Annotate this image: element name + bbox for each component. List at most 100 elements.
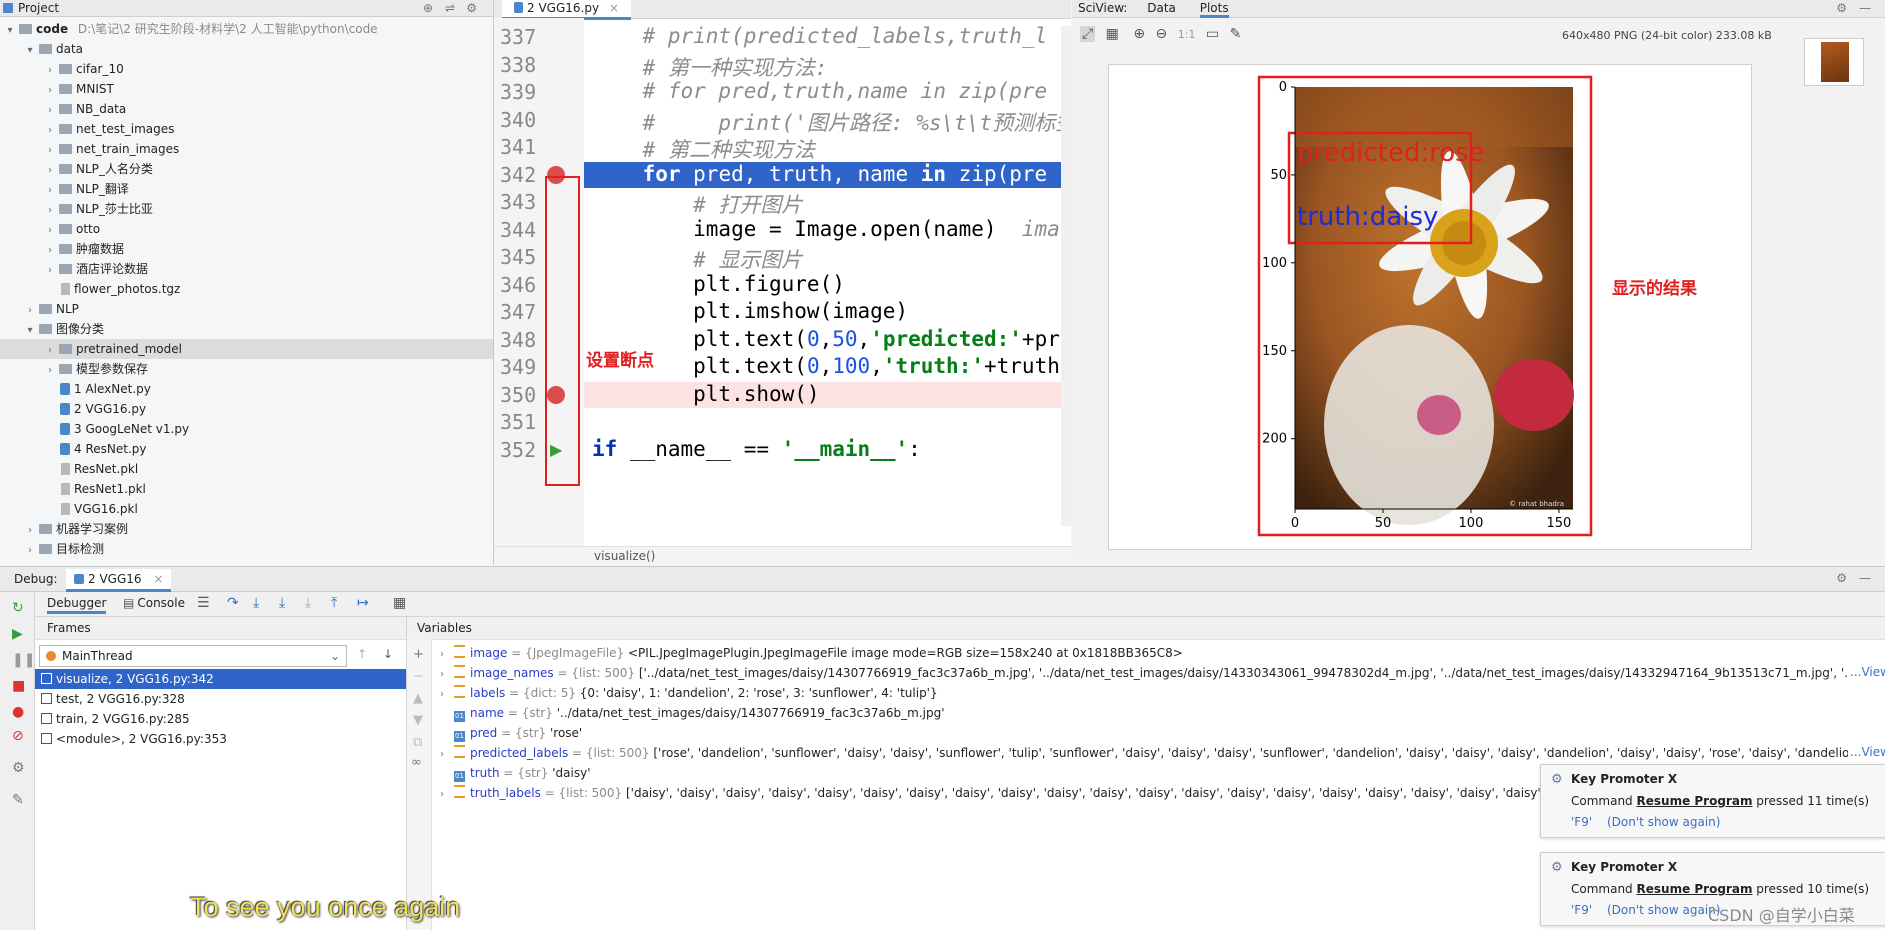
step-out-icon[interactable]: ⤒ [331,595,337,611]
settings-icon[interactable]: ⚙ [12,760,25,776]
code-line[interactable]: # 打开图片 [592,189,802,219]
chevron-right-icon[interactable]: › [440,685,454,703]
tree-item[interactable]: › NLP_人名分类 [0,159,493,179]
fit-window-icon[interactable]: ▭ [1206,26,1219,42]
minimize-icon[interactable]: — [1859,0,1871,17]
actual-size-icon[interactable]: 1:1 [1178,28,1196,41]
frame-item[interactable]: train, 2 VGG16.py:285 [35,709,406,729]
code-line[interactable]: # 第一种实现方法: [592,52,828,82]
frame-item[interactable]: <module>, 2 VGG16.py:353 [35,729,406,749]
tree-item[interactable]: flower_photos.tgz [0,279,493,299]
code-line[interactable]: if __name__ == '__main__': [592,437,921,461]
pause-icon[interactable]: ❚❚ [12,652,35,668]
variable-row[interactable]: › image = {JpegImageFile} <PIL.JpegImageP… [440,643,1880,663]
tree-item[interactable]: 2 VGG16.py [0,399,493,419]
tree-item[interactable]: › 目标检测 [0,539,493,559]
tree-item[interactable]: › pretrained_model [0,339,493,359]
code-line[interactable]: # 第二种实现方法 [592,134,815,164]
zoom-out-icon[interactable]: ⊖ [1156,26,1168,42]
project-title[interactable]: Project [18,1,59,15]
chevron-right-icon[interactable]: › [44,181,56,201]
tree-item[interactable]: › net_train_images [0,139,493,159]
chevron-right-icon[interactable]: › [44,121,56,141]
frame-up-icon[interactable]: ↑ [357,647,367,661]
chevron-right-icon[interactable]: › [24,521,36,541]
frame-down-icon[interactable]: ↓ [383,647,393,661]
code-line[interactable]: plt.text(0,100,'truth:'+truth [592,354,1060,378]
chevron-right-icon[interactable]: › [44,221,56,241]
code-line[interactable]: # print('图片路径: %s\t\t预测标签 [592,107,1071,137]
minimize-icon[interactable]: — [1859,571,1871,585]
view-link[interactable]: ...View [1848,745,1885,759]
tab-data[interactable]: Data [1147,1,1176,15]
chevron-right-icon[interactable]: › [44,161,56,181]
tree-item[interactable]: › 肿瘤数据 [0,239,493,259]
mute-breakpoints-icon[interactable]: ⊘ [12,728,24,744]
tree-item[interactable]: VGG16.pkl [0,499,493,519]
chevron-right-icon[interactable]: › [44,141,56,161]
menu-icon[interactable]: ☰ [197,595,210,611]
gear-icon[interactable]: ⚙ [1836,0,1847,17]
stop-icon[interactable]: ■ [12,678,25,694]
tree-root[interactable]: ▾ code D:\笔记\2 研究生阶段-材料学\2 人工智能\python\co… [0,19,493,39]
editor-scrollbar[interactable] [1061,26,1071,526]
step-into-my-code-icon[interactable]: ⤓ [279,595,285,611]
tree-item[interactable]: › 模型参数保存 [0,359,493,379]
gear-icon[interactable]: ⚙ [466,0,477,16]
tree-item[interactable]: 1 AlexNet.py [0,379,493,399]
tree-item[interactable]: › NLP_莎士比亚 [0,199,493,219]
move-up-icon[interactable]: ▲ [413,691,423,706]
shortcut-link[interactable]: 'F9' [1571,815,1592,829]
locate-icon[interactable]: ⊕ [423,0,433,16]
chevron-right-icon[interactable]: › [44,261,56,281]
chevron-right-icon[interactable]: › [24,301,36,321]
tree-item[interactable]: ▾ data [0,39,493,59]
code-editor[interactable]: 2 VGG16.py × 337 # print(predicted_label… [494,0,1071,565]
fit-icon[interactable]: ⤢ [1080,26,1096,42]
chevron-right-icon[interactable]: › [44,81,56,101]
pin-icon[interactable]: ✎ [12,792,24,808]
rerun-icon[interactable]: ↻ [12,600,24,616]
tree-item[interactable]: › NLP [0,299,493,319]
variable-row[interactable]: › image_names = {list: 500} ['../data/net… [440,663,1880,683]
code-line[interactable]: image = Image.open(name) ima [592,217,1060,241]
variable-row[interactable]: 01 name = {str} '../data/net_test_images/… [440,703,1880,723]
chevron-right-icon[interactable]: › [44,101,56,121]
chevron-right-icon[interactable]: › [44,341,56,361]
chevron-down-icon[interactable]: ▾ [24,321,36,341]
tab-console[interactable]: ▤ Console [123,596,185,610]
close-icon[interactable]: × [153,572,163,586]
remove-watch-icon[interactable]: − [413,669,424,684]
chevron-right-icon[interactable]: › [44,241,56,261]
code-line[interactable]: # for pred,truth,name in zip(pre [592,79,1048,103]
variable-row[interactable]: › predicted_labels = {list: 500} ['rose',… [440,743,1880,763]
add-watch-icon[interactable]: + [413,647,424,662]
chevron-right-icon[interactable]: › [44,61,56,81]
chevron-right-icon[interactable]: › [24,541,36,561]
code-line[interactable]: # 显示图片 [592,244,802,274]
chevron-right-icon[interactable]: › [440,785,454,803]
debug-config-tab[interactable]: 2 VGG16 × [66,569,172,592]
tree-item[interactable]: › 机器学习案例 [0,519,493,539]
zoom-in-icon[interactable]: ⊕ [1133,26,1145,42]
thread-select[interactable]: MainThread ⌄ [39,645,347,667]
tree-item[interactable]: 3 GoogLeNet v1.py [0,419,493,439]
frame-item[interactable]: visualize, 2 VGG16.py:342 [35,669,406,689]
variable-row[interactable]: › labels = {dict: 5} {0: 'daisy', 1: 'dan… [440,683,1880,703]
tab-plots[interactable]: Plots [1199,1,1229,18]
evaluate-icon[interactable]: ▦ [393,595,406,611]
chevron-right-icon[interactable]: › [440,745,454,763]
step-into-icon[interactable]: ⤓ [253,595,259,611]
tree-item[interactable]: › 酒店评论数据 [0,259,493,279]
tree-item[interactable]: ResNet.pkl [0,459,493,479]
plot-thumbnail[interactable] [1804,38,1864,86]
view-link[interactable]: ...View [1848,665,1885,679]
code-line[interactable]: plt.figure() [592,272,845,296]
code-line[interactable]: plt.show() [592,382,819,406]
run-to-cursor-icon[interactable]: ↦ [357,595,369,611]
chevron-right-icon[interactable]: › [44,201,56,221]
tab-debugger[interactable]: Debugger [47,596,107,614]
step-over-icon[interactable]: ↷ [227,595,239,611]
move-down-icon[interactable]: ▼ [413,713,423,728]
shortcut-link[interactable]: 'F9' [1571,903,1592,917]
